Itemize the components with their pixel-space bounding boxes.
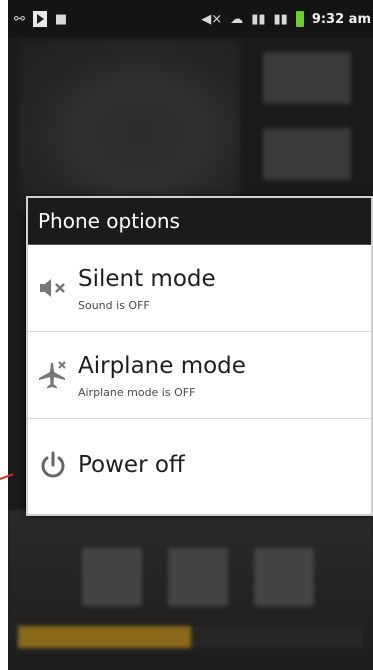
airplane-mode-title: Airplane mode — [78, 352, 246, 379]
phone-options-dialog: Phone options Silent mode Sound is OFF A… — [26, 196, 373, 516]
battery-icon — [295, 11, 304, 27]
signal-icon: ▮▮ — [251, 11, 266, 27]
background-prev-control — [82, 548, 142, 606]
power-off-title: Power off — [78, 452, 185, 478]
airplane-mode-subtitle: Airplane mode is OFF — [78, 385, 196, 399]
airplane-icon — [28, 359, 78, 391]
status-right: ◀× ☁ ▮▮ ▮▮ 9:32 am — [201, 11, 373, 27]
option-airplane-mode[interactable]: Airplane mode Airplane mode is OFF — [28, 332, 371, 419]
power-icon — [28, 450, 78, 480]
background-next-control — [254, 548, 314, 606]
silent-mode-title: Silent mode — [78, 265, 216, 292]
option-power-off[interactable]: Power off — [28, 419, 371, 511]
wifi-icon: ⚯ — [14, 11, 25, 27]
wifi-signal-icon: ☁ — [230, 11, 244, 27]
option-silent-mode[interactable]: Silent mode Sound is OFF — [28, 245, 371, 332]
status-bar: ⚯ ■ ◀× ☁ ▮▮ ▮▮ 9:32 am — [8, 0, 373, 38]
background-album-art — [18, 40, 240, 210]
background-play-control — [168, 548, 228, 606]
mute-icon: ◀× — [201, 11, 223, 27]
speaker-muted-icon — [28, 277, 78, 299]
dialog-title: Phone options — [28, 198, 371, 245]
silent-mode-subtitle: Sound is OFF — [78, 298, 150, 312]
video-icon — [32, 11, 47, 27]
android-icon: ■ — [54, 11, 68, 27]
status-left: ⚯ ■ — [8, 11, 67, 27]
signal-strong-icon: ▮▮ — [273, 11, 288, 27]
background-progress-fill — [18, 626, 191, 648]
background-button-2 — [263, 128, 351, 180]
background-button-1 — [263, 52, 351, 104]
status-time: 9:32 am — [311, 11, 371, 27]
